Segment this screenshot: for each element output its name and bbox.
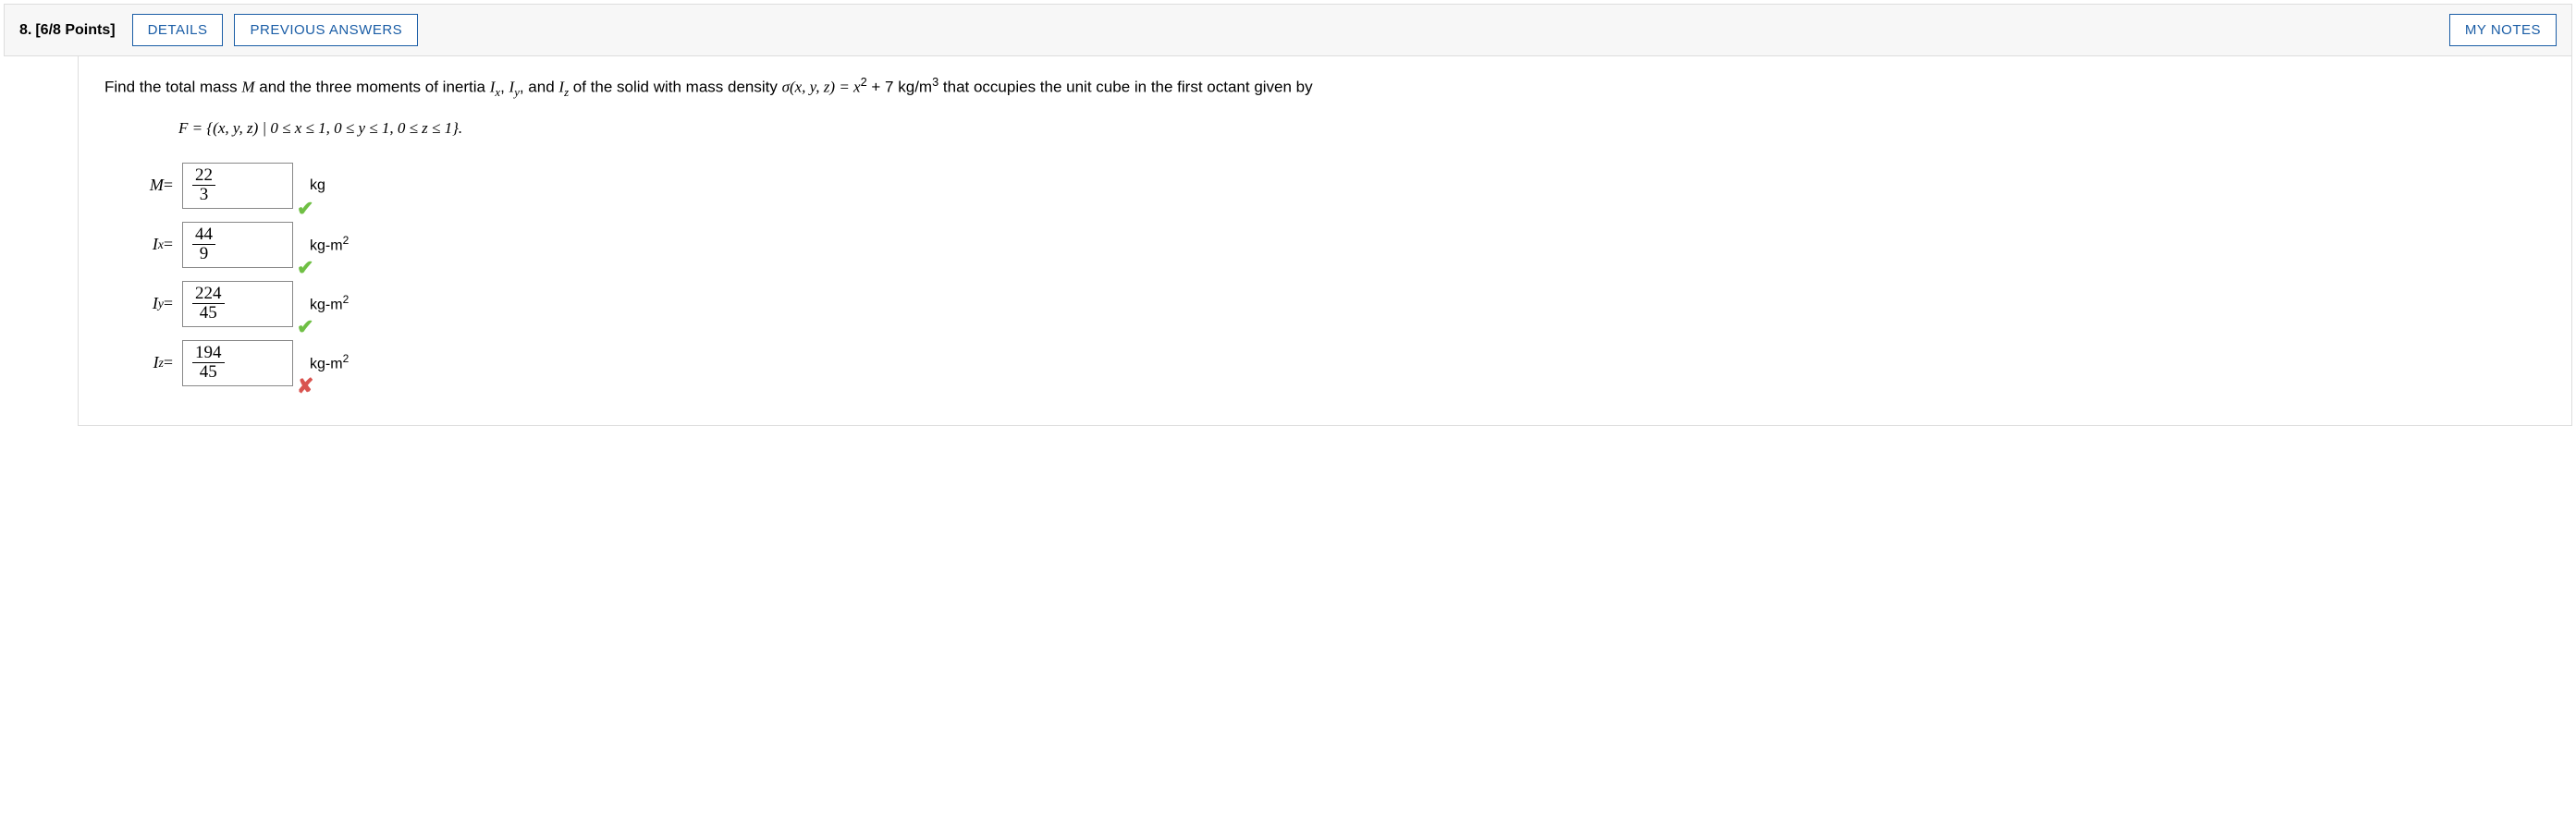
frac-m: 22 3 bbox=[192, 166, 215, 204]
answer-row-m: M = 22 3 kg ✔ bbox=[130, 163, 2545, 209]
den-ix: 9 bbox=[197, 245, 212, 263]
input-iy[interactable]: 224 45 bbox=[182, 281, 293, 327]
unit-ix-sup: 2 bbox=[343, 234, 350, 247]
num-m: 22 bbox=[192, 166, 215, 186]
num-ix: 44 bbox=[192, 225, 215, 245]
question-header: 8. [6/8 Points] DETAILS PREVIOUS ANSWERS… bbox=[4, 4, 2572, 56]
check-icon: ✔ bbox=[297, 311, 313, 342]
prompt-text: and the three moments of inertia bbox=[255, 79, 490, 96]
input-iz[interactable]: 194 45 bbox=[182, 340, 293, 386]
prompt-text: , bbox=[500, 79, 509, 96]
points: [6/8 Points] bbox=[35, 22, 115, 39]
den-iz: 45 bbox=[197, 363, 220, 382]
label-iz-eq: = bbox=[164, 350, 173, 375]
frac-iy: 224 45 bbox=[192, 285, 225, 323]
unit-ix-base: kg-m bbox=[310, 237, 343, 253]
check-icon: ✔ bbox=[297, 252, 313, 283]
answer-row-iy: Iy = 224 45 kg-m2 ✔ bbox=[130, 281, 2545, 327]
var-m: M bbox=[241, 79, 254, 96]
den-iy: 45 bbox=[197, 304, 220, 323]
details-button[interactable]: DETAILS bbox=[132, 14, 224, 46]
cross-icon: ✘ bbox=[297, 371, 313, 401]
prompt-text: + 7 kg/m bbox=[867, 79, 932, 96]
question-prompt: Find the total mass M and the three mome… bbox=[104, 73, 2545, 102]
density-fn: σ(x, y, z) = x bbox=[782, 79, 861, 96]
prompt-text: of the solid with mass density bbox=[569, 79, 782, 96]
question-number: 8. bbox=[19, 22, 31, 39]
unit-iz-sup: 2 bbox=[343, 352, 350, 365]
previous-answers-button[interactable]: PREVIOUS ANSWERS bbox=[234, 14, 418, 46]
frac-ix: 44 9 bbox=[192, 225, 215, 263]
prompt-text: that occupies the unit cube in the first… bbox=[938, 79, 1312, 96]
unit-iy-base: kg-m bbox=[310, 297, 343, 312]
input-m[interactable]: 22 3 bbox=[182, 163, 293, 209]
set-definition: F = {(x, y, z) | 0 ≤ x ≤ 1, 0 ≤ y ≤ 1, 0… bbox=[178, 116, 2545, 140]
input-ix[interactable]: 44 9 bbox=[182, 222, 293, 268]
label-iy-eq: = bbox=[164, 291, 173, 316]
check-icon: ✔ bbox=[297, 193, 313, 224]
den-m: 3 bbox=[197, 186, 212, 204]
label-iz: Iz = bbox=[130, 350, 173, 375]
num-iz: 194 bbox=[192, 344, 225, 363]
answer-row-ix: Ix = 44 9 kg-m2 ✔ bbox=[130, 222, 2545, 268]
label-ix-eq: = bbox=[164, 232, 173, 257]
prompt-text: , and bbox=[520, 79, 559, 96]
unit-iz-base: kg-m bbox=[310, 356, 343, 371]
answer-row-iz: Iz = 194 45 kg-m2 ✘ bbox=[130, 340, 2545, 386]
prompt-text: Find the total mass bbox=[104, 79, 241, 96]
label-m: M = bbox=[130, 173, 173, 198]
sup-2: 2 bbox=[861, 75, 867, 89]
unit-iy: kg-m2 bbox=[310, 291, 349, 316]
label-iy: Iy = bbox=[130, 291, 173, 316]
unit-iz: kg-m2 bbox=[310, 350, 349, 375]
label-ix: Ix = bbox=[130, 232, 173, 257]
label-m-eq: = bbox=[164, 173, 173, 198]
label-m-var: M bbox=[150, 173, 164, 198]
unit-ix: kg-m2 bbox=[310, 232, 349, 257]
frac-iz: 194 45 bbox=[192, 344, 225, 382]
question-content: Find the total mass M and the three mome… bbox=[78, 56, 2572, 426]
num-iy: 224 bbox=[192, 285, 225, 304]
unit-iy-sup: 2 bbox=[343, 293, 350, 306]
my-notes-button[interactable]: MY NOTES bbox=[2449, 14, 2557, 46]
